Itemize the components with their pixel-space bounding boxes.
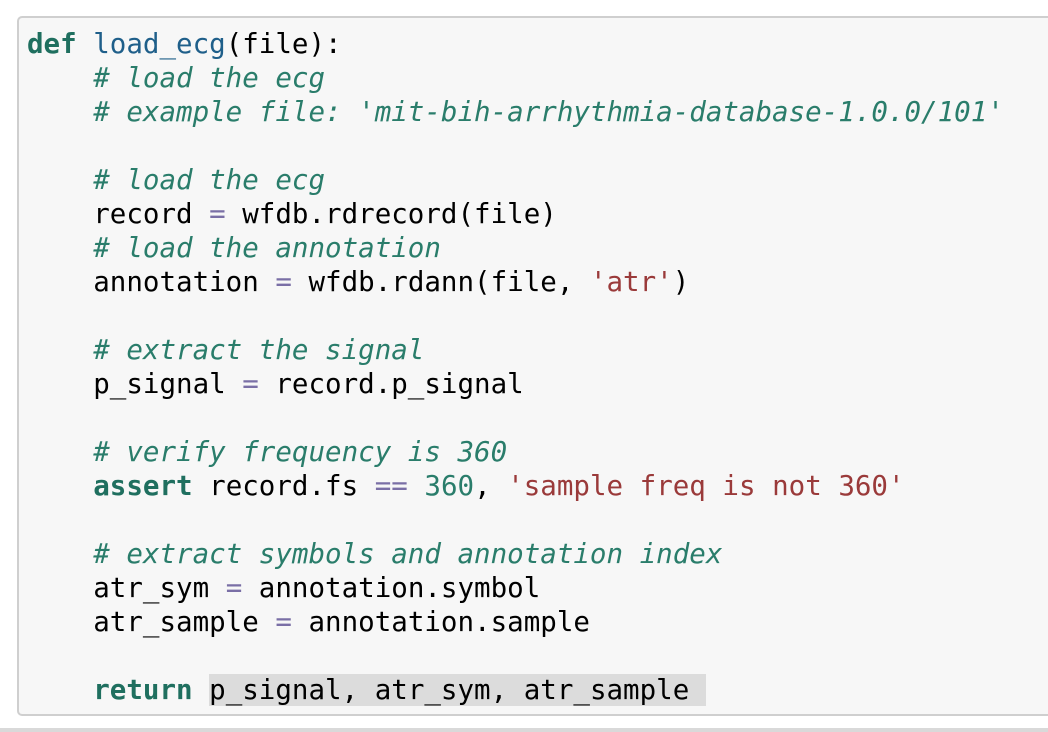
code-line: ​ bbox=[27, 401, 1004, 435]
code-token: wfdb.rdann(file, bbox=[291, 266, 590, 298]
code-token: = bbox=[275, 606, 292, 638]
code-line: ​ bbox=[27, 129, 1004, 163]
code-token: 'atr' bbox=[589, 266, 673, 298]
code-line: def load_ecg(file): bbox=[27, 27, 1004, 61]
code-line: # load the annotation bbox=[27, 231, 1004, 265]
code-line: return p_signal, atr_sym, atr_sample bbox=[27, 673, 1004, 707]
code-token: load_ecg bbox=[93, 28, 226, 60]
code-token: annotation.sample bbox=[291, 606, 590, 638]
code-line: atr_sym = annotation.symbol bbox=[27, 571, 1004, 605]
code-line: # example file: 'mit-bih-arrhythmia-data… bbox=[27, 95, 1004, 129]
code-token: assert bbox=[93, 470, 193, 502]
code-line: assert record.fs == 360, 'sample freq is… bbox=[27, 469, 1004, 503]
code-token: = bbox=[225, 572, 243, 604]
code-token: p_signal, atr_sym, atr_sample bbox=[209, 674, 706, 706]
code-token: # load the annotation bbox=[93, 232, 441, 264]
code-token: atr_sample bbox=[27, 606, 276, 638]
code-token: ) bbox=[672, 266, 690, 298]
code-token: wfdb.rdrecord(file) bbox=[225, 198, 557, 230]
code-token: , bbox=[474, 470, 508, 502]
cell-divider bbox=[0, 728, 1048, 732]
code-token: annotation.symbol bbox=[242, 572, 541, 604]
code-token: = bbox=[209, 198, 226, 230]
code-line: ​ bbox=[27, 639, 1004, 673]
code-line: annotation = wfdb.rdann(file, 'atr') bbox=[27, 265, 1004, 299]
code-line: # verify frequency is 360 bbox=[27, 435, 1004, 469]
code-line: # extract the signal bbox=[27, 333, 1004, 367]
code-token: 360 bbox=[424, 470, 475, 502]
code-token: p_signal bbox=[27, 368, 243, 400]
code-line: ​ bbox=[27, 503, 1004, 537]
code-line: # extract symbols and annotation index bbox=[27, 537, 1004, 571]
code-token: def bbox=[27, 28, 77, 60]
code-token: 'sample freq is not 360' bbox=[507, 470, 905, 502]
code-editor[interactable]: def load_ecg(file): # load the ecg # exa… bbox=[27, 27, 1004, 707]
code-line: p_signal = record.p_signal bbox=[27, 367, 1004, 401]
code-token: annotation bbox=[27, 266, 276, 298]
code-token: == bbox=[374, 470, 408, 502]
code-token: # verify frequency is 360 bbox=[93, 436, 508, 468]
code-line: ​ bbox=[27, 299, 1004, 333]
code-line: # load the ecg bbox=[27, 61, 1004, 95]
code-token: # example file: 'mit-bih-arrhythmia-data… bbox=[93, 96, 1004, 128]
code-token: record.fs bbox=[192, 470, 375, 502]
code-token: = bbox=[242, 368, 259, 400]
code-token: (file): bbox=[225, 28, 342, 60]
code-line: record = wfdb.rdrecord(file) bbox=[27, 197, 1004, 231]
code-token: record.p_signal bbox=[258, 368, 524, 400]
code-token: return bbox=[93, 674, 193, 706]
code-token: # load the ecg bbox=[93, 164, 326, 196]
code-line: atr_sample = annotation.sample bbox=[27, 605, 1004, 639]
code-line: # load the ecg bbox=[27, 163, 1004, 197]
code-cell[interactable]: def load_ecg(file): # load the ecg # exa… bbox=[17, 16, 1048, 716]
notebook-area: def load_ecg(file): # load the ecg # exa… bbox=[0, 0, 1048, 732]
code-token: record bbox=[27, 198, 210, 230]
code-token: = bbox=[275, 266, 292, 298]
code-token: atr_sym bbox=[27, 572, 226, 604]
code-token: # load the ecg bbox=[93, 62, 326, 94]
code-token: # extract the signal bbox=[93, 334, 425, 366]
code-token: # extract symbols and annotation index bbox=[93, 538, 723, 570]
